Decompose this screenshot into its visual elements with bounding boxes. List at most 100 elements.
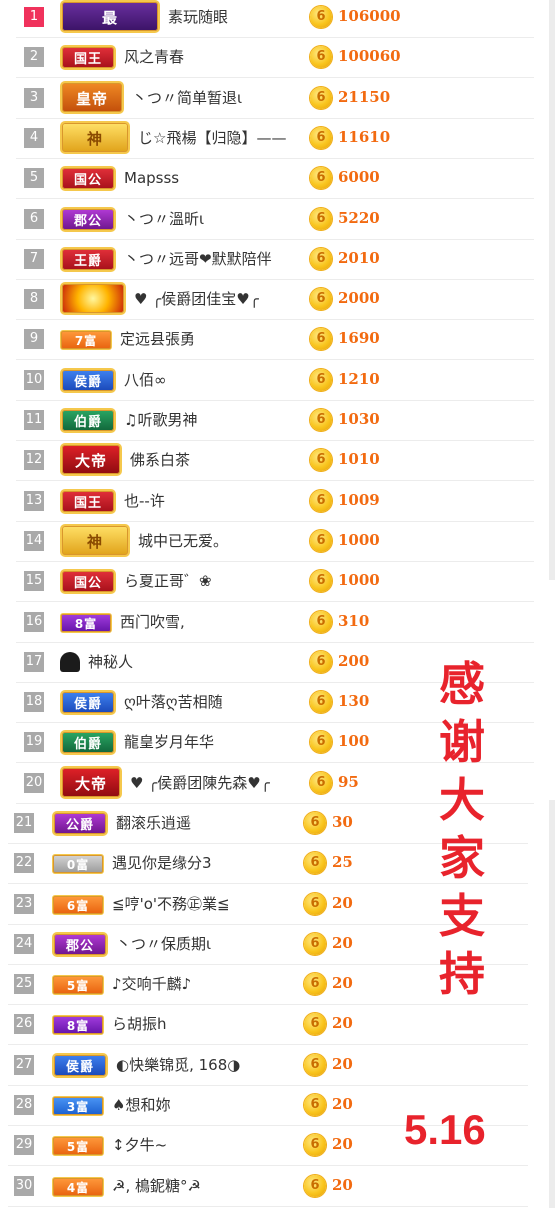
- level-badge: 最: [60, 0, 160, 33]
- user-name[interactable]: 遇见你是缘分3: [112, 844, 212, 884]
- user-name[interactable]: ≦哼'o'不務㊣業≦: [112, 885, 230, 925]
- score-value: 2010: [338, 249, 380, 267]
- score-value: 100060: [338, 47, 401, 65]
- leaderboard-row[interactable]: 10 侯爵 八佰∞ 6 1210: [0, 361, 555, 401]
- level-badge: 伯爵: [60, 408, 116, 433]
- coin-icon: 6: [304, 973, 326, 995]
- user-name[interactable]: Mapsss: [124, 159, 179, 199]
- coin-icon: 6: [310, 530, 332, 552]
- leaderboard-row[interactable]: 6 郡公 丶つ〃溫昕ι 6 5220: [0, 200, 555, 240]
- coin-icon: 6: [310, 772, 332, 794]
- level-badge: 王爵: [60, 247, 116, 272]
- user-name[interactable]: 也--许: [124, 482, 165, 522]
- user-name[interactable]: 八佰∞: [124, 361, 167, 401]
- user-name[interactable]: 定远县張勇: [120, 320, 195, 360]
- level-badge: 侯爵: [60, 368, 116, 393]
- coin-icon: 6: [310, 369, 332, 391]
- thanks-char: 持: [439, 947, 485, 1001]
- user-name[interactable]: ら夏正哥゛❀: [124, 562, 212, 602]
- user-name[interactable]: 龍皇岁月年华: [124, 723, 214, 763]
- user-name[interactable]: ◐快樂锦觅, 168◑: [116, 1046, 240, 1086]
- user-name[interactable]: ☭, 樢鈮糖°☭: [112, 1167, 201, 1207]
- coin-icon: 6: [304, 1134, 326, 1156]
- score-value: 1030: [338, 410, 380, 428]
- leaderboard-row[interactable]: 1 最素玩随眼 6 106000: [0, 0, 555, 38]
- row-divider: [8, 1165, 528, 1166]
- coin-icon: 6: [310, 651, 332, 673]
- rank-number: 8: [24, 289, 44, 309]
- rank-number: 7: [24, 249, 44, 269]
- level-badge: 大帝: [60, 443, 122, 476]
- user-name[interactable]: ♥ ╭侯爵团陳先森♥╭: [130, 764, 270, 804]
- level-badge: 国公: [60, 569, 116, 594]
- coin-icon: 6: [310, 449, 332, 471]
- leaderboard-row[interactable]: 26 8富 ら胡振h 6 20: [0, 1005, 555, 1045]
- leaderboard-row[interactable]: 2 国王 风之青春 6 100060: [0, 38, 555, 78]
- level-badge: 8富: [52, 1015, 104, 1035]
- rank-number: 4: [24, 128, 44, 148]
- leaderboard-row[interactable]: 9 7富 定远县張勇 6 1690: [0, 320, 555, 360]
- leaderboard-row[interactable]: 11 伯爵 ♫听歌男神 6 1030: [0, 401, 555, 441]
- leaderboard-row[interactable]: 16 8富 西门吹雪, 6 310: [0, 603, 555, 643]
- leaderboard-row[interactable]: 30 4富 ☭, 樢鈮糖°☭ 6 20: [0, 1167, 555, 1207]
- user-name[interactable]: 神秘人: [88, 643, 133, 683]
- rank-number: 2: [24, 47, 44, 67]
- leaderboard-row[interactable]: 15 国公 ら夏正哥゛❀ 6 1000: [0, 562, 555, 602]
- scrollbar-track[interactable]: [549, 0, 555, 580]
- level-badge: 皇帝: [60, 81, 124, 114]
- scrollbar-track-lower[interactable]: [549, 800, 555, 1208]
- user-name[interactable]: 丶つ〃远哥❤默默陪伴: [124, 240, 272, 280]
- level-badge: 3富: [52, 1096, 104, 1116]
- rank-number: 11: [24, 410, 44, 430]
- score-value: 100: [338, 732, 370, 750]
- user-name[interactable]: ♪交响千麟♪: [112, 965, 191, 1005]
- level-badge: 侯爵: [60, 690, 116, 715]
- row-divider: [8, 1206, 528, 1207]
- user-name[interactable]: 西门吹雪,: [120, 603, 185, 643]
- leaderboard-row[interactable]: 3 皇帝 丶つ〃简单暂退ι 6 21150: [0, 79, 555, 119]
- score-value: 25: [332, 853, 353, 871]
- score-value: 200: [338, 652, 370, 670]
- leaderboard-row[interactable]: 5 国公 Mapsss 6 6000: [0, 159, 555, 199]
- row-divider: [16, 601, 534, 602]
- leaderboard-row[interactable]: 14 神城中已无爱。 6 1000: [0, 522, 555, 562]
- user-name[interactable]: 翻滚乐逍遥: [116, 804, 191, 844]
- leaderboard-row[interactable]: 13 国王 也--许 6 1009: [0, 482, 555, 522]
- leaderboard-row[interactable]: 12 大帝 佛系白茶 6 1010: [0, 441, 555, 481]
- user-name[interactable]: 素玩随眼: [168, 0, 228, 38]
- score-value: 1690: [338, 329, 380, 347]
- leaderboard-row[interactable]: 7 王爵 丶つ〃远哥❤默默陪伴 6 2010: [0, 240, 555, 280]
- user-name[interactable]: 风之青春: [124, 38, 184, 78]
- level-badge: 侯爵: [52, 1053, 108, 1078]
- score-value: 6000: [338, 168, 380, 186]
- score-value: 20: [332, 1014, 353, 1032]
- leaderboard-row[interactable]: 4 神じ☆飛楊【归隐】—— 6 11610: [0, 119, 555, 159]
- rank-number: 13: [24, 491, 44, 511]
- user-name[interactable]: 丶つ〃保质期ι: [116, 925, 211, 965]
- user-name[interactable]: 丶つ〃溫昕ι: [124, 200, 204, 240]
- rank-number: 12: [24, 450, 44, 470]
- level-badge: 4富: [52, 1177, 104, 1197]
- user-name[interactable]: ♥ ╭侯爵团佳宝♥╭: [134, 280, 259, 320]
- row-divider: [16, 359, 534, 360]
- user-name[interactable]: ↕夕牛~: [112, 1126, 167, 1166]
- rank-number: 18: [24, 692, 44, 712]
- leaderboard-row[interactable]: 8 ♥ ╭侯爵团佳宝♥╭ 6 2000: [0, 280, 555, 320]
- user-name[interactable]: ღ叶落ღ苦相随: [124, 683, 223, 723]
- user-name[interactable]: ♠想和妳: [112, 1086, 170, 1126]
- user-name[interactable]: ら胡振h: [112, 1005, 167, 1045]
- user-name[interactable]: 佛系白茶: [130, 441, 190, 481]
- coin-icon: 6: [310, 6, 332, 28]
- user-name[interactable]: じ☆飛楊【归隐】——: [138, 119, 286, 159]
- user-name[interactable]: 丶つ〃简单暂退ι: [132, 79, 242, 119]
- leaderboard-row[interactable]: 27 侯爵 ◐快樂锦觅, 168◑ 6 20: [0, 1046, 555, 1086]
- row-divider: [16, 480, 534, 481]
- level-badge: 国王: [60, 489, 116, 514]
- level-badge: 国王: [60, 45, 116, 70]
- user-name[interactable]: 城中已无爱。: [138, 522, 228, 562]
- score-value: 20: [332, 1176, 353, 1194]
- user-name[interactable]: ♫听歌男神: [124, 401, 197, 441]
- rank-number: 21: [14, 813, 34, 833]
- level-badge: 7富: [60, 330, 112, 350]
- score-value: 30: [332, 813, 353, 831]
